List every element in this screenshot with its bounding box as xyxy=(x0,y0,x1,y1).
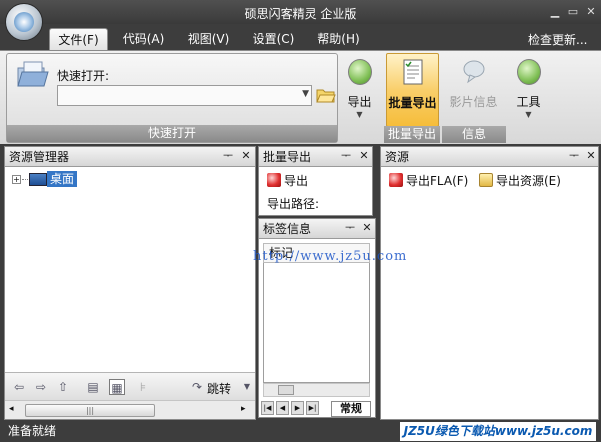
scroll-left-icon[interactable]: ◂ xyxy=(9,404,14,414)
menu-tab-bar: 文件(F) 代码(A) 视图(V) 设置(C) 帮助(H) 检查更新... xyxy=(0,24,601,50)
tag-tab-navigation: |◀ ◀ ▶ ▶| 常规 xyxy=(261,401,373,417)
close-icon[interactable]: ✕ xyxy=(239,149,253,163)
jump-icon[interactable]: ↷ xyxy=(189,379,205,395)
jump-label[interactable]: 跳转 xyxy=(207,380,231,397)
export-resources-label: 导出资源(E) xyxy=(496,174,561,188)
first-tab-icon[interactable]: |◀ xyxy=(261,401,274,415)
pin-icon[interactable]: ᅮ xyxy=(567,149,581,163)
resources-title: 资源 xyxy=(385,150,410,164)
app-logo-button[interactable] xyxy=(5,3,43,41)
quick-open-label: 快速打开: xyxy=(57,69,110,83)
tag-info-title: 标签信息 xyxy=(263,222,312,236)
scrollbar-thumb[interactable] xyxy=(278,385,294,395)
tools-label: 工具 xyxy=(516,95,541,109)
close-icon[interactable]: ✕ xyxy=(357,149,371,163)
batch-export-action-label: 导出 xyxy=(284,174,309,188)
resources-panel: 资源 ᅮ ✕ 导出FLA(F) 导出资源(E) xyxy=(380,146,599,420)
filter-icon[interactable]: ⊧ xyxy=(135,379,151,395)
batch-export-panel: 批量导出 ᅮ ✕ 导出 导出路径: xyxy=(258,146,373,216)
export-path-label: 导出路径: xyxy=(267,197,320,211)
tools-icon xyxy=(516,59,541,85)
tag-horizontal-scrollbar[interactable] xyxy=(263,383,370,397)
explorer-panel: 资源管理器 ᅮ ✕ + 桌面 ⇦ ⇨ ⇧ ▤ ▦ ⊧ ↷ 跳转 ▼ ◂ ||| … xyxy=(4,146,256,420)
tag-list[interactable] xyxy=(263,243,370,383)
explorer-title: 资源管理器 xyxy=(9,150,70,164)
watermark-badge: JZ5U绿色下载站www.jz5u.com xyxy=(400,422,596,441)
desktop-icon xyxy=(29,173,47,186)
close-icon[interactable]: ✕ xyxy=(360,221,374,235)
folder-open-icon[interactable] xyxy=(316,86,336,104)
batch-export-label: 批量导出 xyxy=(388,96,437,110)
batch-export-button[interactable]: 批量导出 xyxy=(386,53,439,127)
movie-info-icon xyxy=(463,60,485,84)
export-resources-button[interactable]: 导出资源(E) xyxy=(479,171,561,191)
tab-file[interactable]: 文件(F) xyxy=(49,28,108,50)
chevron-down-icon: ▼ xyxy=(525,110,532,119)
tab-settings[interactable]: 设置(C) xyxy=(246,28,301,50)
status-text: 准备就绪 xyxy=(8,424,57,438)
export-fla-button[interactable]: 导出FLA(F) xyxy=(389,171,468,191)
tab-help[interactable]: 帮助(H) xyxy=(311,28,366,50)
maximize-icon[interactable]: ▭ xyxy=(567,6,579,18)
list-view-icon[interactable]: ▤ xyxy=(85,379,101,395)
fla-icon xyxy=(389,173,403,187)
resources-icon xyxy=(479,173,493,187)
movie-info-label: 影片信息 xyxy=(449,95,498,109)
pin-icon[interactable]: ᅮ xyxy=(343,221,357,235)
scroll-right-icon[interactable]: ▸ xyxy=(241,404,246,414)
forward-arrow-icon[interactable]: ⇨ xyxy=(33,379,49,395)
movie-info-button[interactable]: 影片信息 xyxy=(443,53,504,125)
tab-normal[interactable]: 常规 xyxy=(331,401,371,417)
watermark-url: http://www.jz5u.com xyxy=(253,249,408,264)
window-title: 硕思闪客精灵 企业版 xyxy=(244,7,357,21)
check-update-link[interactable]: 检查更新... xyxy=(528,29,587,51)
tools-button[interactable]: 工具 ▼ xyxy=(510,53,547,125)
batch-export-panel-title: 批量导出 xyxy=(259,147,372,167)
pin-icon[interactable]: ᅮ xyxy=(339,149,353,163)
tree-expand-icon[interactable]: + xyxy=(12,175,21,184)
info-group-label: 信息 xyxy=(442,126,506,143)
batch-export-title: 批量导出 xyxy=(263,150,312,164)
logo-icon xyxy=(14,12,34,32)
tab-view[interactable]: 视图(V) xyxy=(181,28,236,50)
prev-tab-icon[interactable]: ◀ xyxy=(276,401,289,415)
explorer-horizontal-scrollbar[interactable]: ◂ ||| ▸ xyxy=(5,400,255,419)
batch-export-action[interactable]: 导出 xyxy=(267,171,308,191)
tab-code[interactable]: 代码(A) xyxy=(116,28,171,50)
export-fla-label: 导出FLA(F) xyxy=(406,174,469,188)
quick-open-group-label: 快速打开 xyxy=(7,125,337,142)
close-icon[interactable]: ✕ xyxy=(584,149,598,163)
close-icon[interactable]: ✕ xyxy=(585,6,597,18)
tree-item-desktop[interactable]: 桌面 xyxy=(47,171,78,187)
batch-export-icon xyxy=(403,59,423,85)
last-tab-icon[interactable]: ▶| xyxy=(306,401,319,415)
up-folder-icon[interactable]: ⇧ xyxy=(55,379,71,395)
minimize-icon[interactable]: ▁ xyxy=(549,6,561,18)
ribbon: 快速打开: ▼ 快速打开 导出 ▼ 批量导出 影片信息 工具 ▼ 批量导出 信息 xyxy=(0,50,601,144)
quick-open-group: 快速打开: ▼ 快速打开 xyxy=(6,53,338,143)
export-group-frame xyxy=(338,53,382,143)
chevron-down-icon[interactable]: ▼ xyxy=(302,89,309,99)
tag-info-panel-title: 标签信息 xyxy=(259,219,375,239)
open-folder-large-icon xyxy=(17,61,49,87)
back-arrow-icon[interactable]: ⇦ xyxy=(11,379,27,395)
next-tab-icon[interactable]: ▶ xyxy=(291,401,304,415)
flash-export-icon xyxy=(267,173,281,187)
resources-panel-title: 资源 xyxy=(381,147,598,167)
quick-open-combobox[interactable]: ▼ xyxy=(57,85,312,106)
scrollbar-thumb[interactable]: ||| xyxy=(25,404,155,417)
batch-export-group-label: 批量导出 xyxy=(384,126,440,143)
pin-icon[interactable]: ᅮ xyxy=(221,149,235,163)
tag-info-panel: 标签信息 ᅮ ✕ 标记 |◀ ◀ ▶ ▶| 常规 xyxy=(258,218,376,418)
explorer-toolbar: ⇦ ⇨ ⇧ ▤ ▦ ⊧ ↷ 跳转 ▼ xyxy=(5,372,255,400)
chevron-down-icon[interactable]: ▼ xyxy=(239,379,255,395)
explorer-panel-title: 资源管理器 xyxy=(5,147,255,167)
detail-view-icon[interactable]: ▦ xyxy=(109,379,125,395)
